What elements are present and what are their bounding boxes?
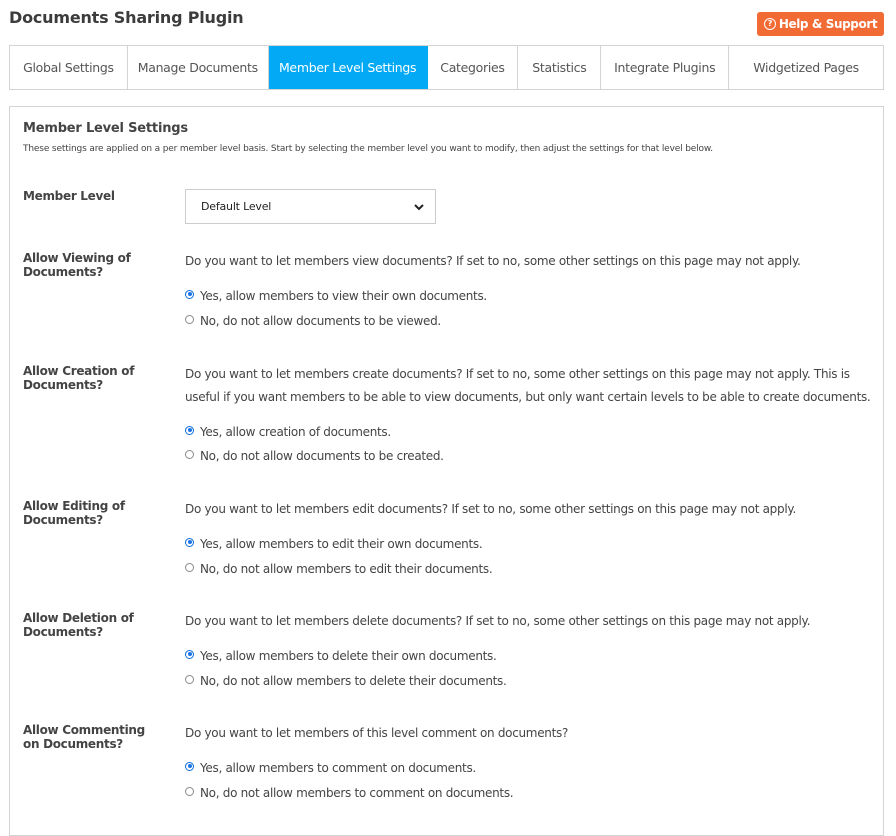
allow-commenting-yes-option[interactable]: Yes, allow members to comment on documen…: [185, 761, 476, 775]
allow-editing-yes-label: Yes, allow members to edit their own doc…: [200, 537, 483, 551]
radio-checked[interactable]: [185, 425, 194, 435]
tab-manage-documents[interactable]: Manage Documents: [128, 46, 269, 89]
radio-unchecked[interactable]: [185, 674, 194, 684]
radio-unchecked[interactable]: [185, 786, 194, 796]
radio-unchecked[interactable]: [185, 449, 194, 459]
allow-commenting-yes-label: Yes, allow members to comment on documen…: [200, 761, 476, 775]
allow-viewing-yes-label: Yes, allow members to view their own doc…: [200, 289, 487, 303]
allow-deletion-no-option[interactable]: No, do not allow members to delete their…: [185, 674, 507, 688]
page-title: Documents Sharing Plugin: [9, 8, 244, 27]
allow-deletion-label: Allow Deletion of Documents?: [23, 611, 134, 639]
allow-editing-no-label: No, do not allow members to edit their d…: [200, 562, 493, 576]
allow-creation-label: Allow Creation of Documents?: [23, 364, 135, 392]
allow-creation-yes-option[interactable]: Yes, allow creation of documents.: [185, 425, 391, 439]
member-level-select[interactable]: Default Level: [185, 189, 436, 224]
chevron-down-icon: [414, 204, 424, 211]
allow-deletion-no-label: No, do not allow members to delete their…: [200, 674, 507, 688]
radio-unchecked[interactable]: [185, 562, 194, 572]
member-level-label: Member Level: [23, 189, 115, 203]
allow-commenting-label: Allow Commenting on Documents?: [23, 723, 145, 751]
tab-integrate-plugins[interactable]: Integrate Plugins: [601, 46, 730, 89]
allow-viewing-no-option[interactable]: No, do not allow documents to be viewed.: [185, 314, 441, 328]
allow-commenting-no-option[interactable]: No, do not allow members to comment on d…: [185, 786, 514, 800]
radio-checked[interactable]: [185, 537, 194, 547]
question-circle-icon: ?: [763, 18, 776, 30]
radio-checked[interactable]: [185, 289, 194, 299]
allow-commenting-question: Do you want to let members of this level…: [185, 726, 569, 740]
section-title: Member Level Settings: [23, 121, 188, 136]
allow-editing-question: Do you want to let members edit document…: [185, 502, 796, 516]
help-support-button[interactable]: ? Help & Support: [757, 12, 884, 36]
allow-deletion-question: Do you want to let members delete docume…: [185, 614, 811, 628]
allow-commenting-no-label: No, do not allow members to comment on d…: [200, 786, 514, 800]
radio-unchecked[interactable]: [185, 314, 194, 324]
allow-creation-yes-label: Yes, allow creation of documents.: [200, 425, 391, 439]
allow-viewing-label: Allow Viewing of Documents?: [23, 251, 131, 279]
allow-editing-yes-option[interactable]: Yes, allow members to edit their own doc…: [185, 537, 483, 551]
tab-bar: Global Settings Manage Documents Member …: [9, 45, 884, 90]
tab-member-level-settings[interactable]: Member Level Settings: [268, 46, 428, 89]
help-support-label: Help & Support: [778, 17, 878, 31]
allow-viewing-question: Do you want to let members view document…: [185, 254, 801, 268]
allow-creation-question: Do you want to let members create docume…: [185, 367, 871, 404]
section-description: These settings are applied on a per memb…: [23, 144, 713, 154]
allow-creation-no-label: No, do not allow documents to be created…: [200, 449, 444, 463]
allow-editing-no-option[interactable]: No, do not allow members to edit their d…: [185, 562, 493, 576]
allow-viewing-yes-option[interactable]: Yes, allow members to view their own doc…: [185, 289, 487, 303]
tab-global-settings[interactable]: Global Settings: [10, 46, 128, 89]
radio-checked[interactable]: [185, 649, 194, 659]
member-level-selected-value: Default Level: [201, 200, 272, 213]
member-level-settings-panel: Member Level Settings These settings are…: [9, 106, 884, 836]
allow-viewing-no-label: No, do not allow documents to be viewed.: [200, 314, 441, 328]
tab-statistics[interactable]: Statistics: [518, 46, 602, 89]
allow-editing-label: Allow Editing of Documents?: [23, 499, 125, 527]
radio-checked[interactable]: [185, 761, 194, 771]
allow-deletion-yes-option[interactable]: Yes, allow members to delete their own d…: [185, 649, 497, 663]
tab-widgetized-pages[interactable]: Widgetized Pages: [729, 46, 883, 89]
allow-creation-no-option[interactable]: No, do not allow documents to be created…: [185, 449, 444, 463]
tab-categories[interactable]: Categories: [428, 46, 519, 89]
allow-deletion-yes-label: Yes, allow members to delete their own d…: [200, 649, 497, 663]
